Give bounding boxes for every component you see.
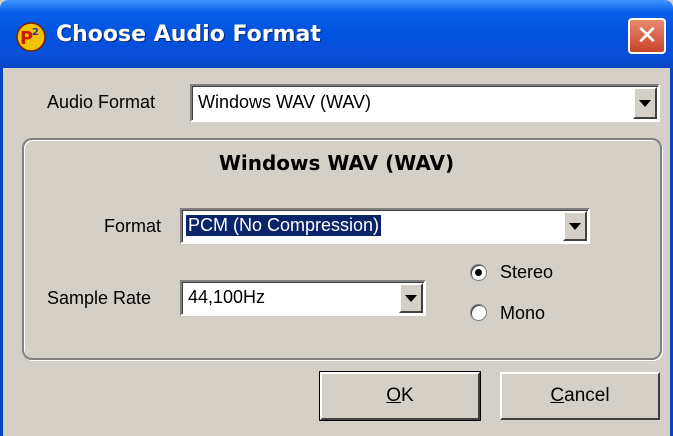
close-button[interactable]: ✕ [628,18,666,54]
sample-rate-value: 44,100Hz [188,287,266,307]
app-logo-icon: P 2 [16,22,46,52]
sample-rate-dropdown-button[interactable] [399,283,423,313]
title-bar[interactable]: P 2 Choose Audio Format ✕ [0,0,673,68]
close-icon: ✕ [636,21,658,51]
mono-radio[interactable] [470,304,487,321]
cancel-label-rest: ancel [564,385,610,406]
stereo-radio[interactable] [470,264,487,281]
window-frame-left [0,68,3,436]
audio-format-label: Audio Format [47,92,156,112]
cancel-mnemonic: C [550,385,565,406]
audio-format-dropdown-button[interactable] [633,87,657,119]
audio-format-dialog: P 2 Choose Audio Format ✕ Audio Format W… [0,0,673,436]
window-title: Choose Audio Format [56,22,321,47]
stereo-label[interactable]: Stereo [500,262,553,283]
chevron-down-icon [639,99,651,107]
sample-rate-label: Sample Rate [47,288,152,308]
ok-mnemonic: O [386,385,402,406]
chevron-down-icon [405,294,417,302]
format-dropdown[interactable]: PCM (No Compression) [180,208,590,244]
ok-button[interactable]: OK [319,371,481,421]
format-label: Format [104,216,162,236]
ok-label-rest: K [401,385,414,406]
audio-format-value: Windows WAV (WAV) [198,92,372,112]
format-dropdown-button[interactable] [563,211,587,241]
svg-text:2: 2 [32,27,39,38]
group-title: Windows WAV (WAV) [218,151,455,175]
cancel-button[interactable]: Cancel [500,372,660,420]
mono-label[interactable]: Mono [500,303,545,324]
radio-selected-dot [475,269,482,276]
sample-rate-dropdown[interactable]: 44,100Hz [180,280,426,316]
audio-format-dropdown[interactable]: Windows WAV (WAV) [190,84,660,122]
chevron-down-icon [569,222,581,230]
format-value: PCM (No Compression) [186,215,382,236]
